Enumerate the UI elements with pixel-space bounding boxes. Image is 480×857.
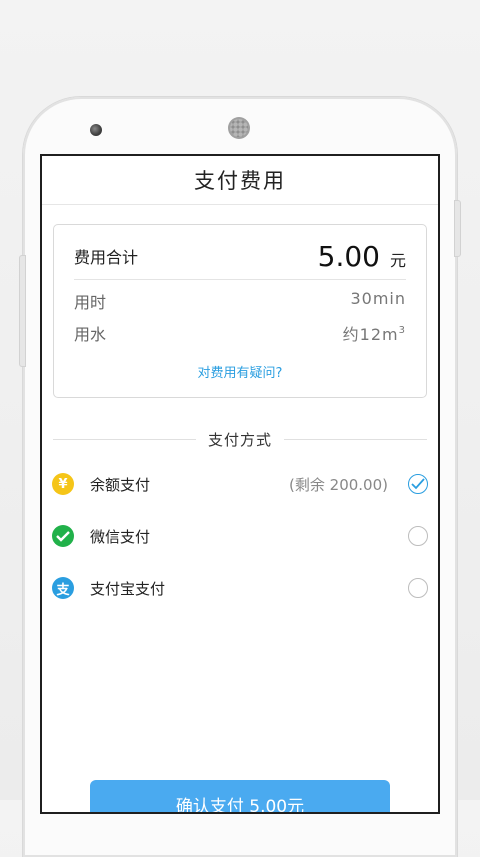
volume-button [19, 255, 26, 367]
checkmark-icon [411, 478, 425, 490]
radio-alipay[interactable] [408, 578, 428, 598]
fee-water-label: 用水 [74, 325, 107, 344]
fee-time-value: 30min [350, 289, 406, 308]
payment-option-wechat[interactable]: 微信支付 [52, 518, 428, 554]
divider [284, 438, 428, 440]
title-bar: 支付费用 [42, 156, 438, 205]
yuan-coin-icon: ¥ [52, 473, 74, 495]
wechat-icon [52, 525, 74, 547]
power-button [454, 200, 461, 257]
fee-water-row: 用水 约12m3 [74, 321, 406, 345]
earpiece-speaker [228, 117, 250, 139]
phone-screen: 支付费用 费用合计 5.00 元 用时 30min 用水 约12m3 对费用有疑… [40, 154, 440, 814]
payment-option-label: 微信支付 [90, 527, 151, 546]
fee-water-unit-exponent: 3 [398, 325, 406, 336]
fee-total-amount: 5.00 元 [318, 240, 406, 273]
fee-water-value: 约12m3 [343, 321, 406, 345]
fee-water-amount: 约12m [342, 325, 399, 344]
wechat-check-icon [56, 531, 70, 542]
payment-section-title: 支付方式 [208, 430, 273, 449]
fee-time-row: 用时 30min [74, 289, 406, 313]
fee-total-label: 费用合计 [74, 248, 139, 267]
fee-total-value: 5.00 [317, 239, 380, 273]
alipay-icon: 支 [52, 577, 74, 599]
page-title: 支付费用 [194, 169, 286, 193]
fee-total-row: 费用合计 5.00 元 [74, 233, 406, 280]
payment-option-balance[interactable]: ¥ 余额支付 (剩余 200.00) [52, 466, 428, 502]
yuan-glyph: ¥ [58, 476, 68, 492]
payment-option-label: 余额支付 [90, 475, 151, 494]
divider [53, 438, 196, 440]
radio-wechat[interactable] [408, 526, 428, 546]
fee-time-label: 用时 [74, 293, 107, 312]
payment-option-label: 支付宝支付 [90, 579, 166, 598]
payment-option-alipay[interactable]: 支 支付宝支付 [52, 570, 428, 606]
balance-remaining: (剩余 200.00) [289, 475, 388, 494]
fee-total-unit: 元 [389, 250, 406, 270]
fee-card: 费用合计 5.00 元 用时 30min 用水 约12m3 对费用有疑问? [53, 224, 427, 398]
radio-balance[interactable] [408, 474, 428, 494]
fee-question-link[interactable]: 对费用有疑问? [54, 362, 426, 381]
alipay-glyph: 支 [56, 582, 70, 598]
confirm-pay-button[interactable]: 确认支付 5.00元 [90, 780, 390, 812]
front-camera [90, 124, 102, 136]
payment-section-header: 支付方式 [53, 429, 428, 449]
